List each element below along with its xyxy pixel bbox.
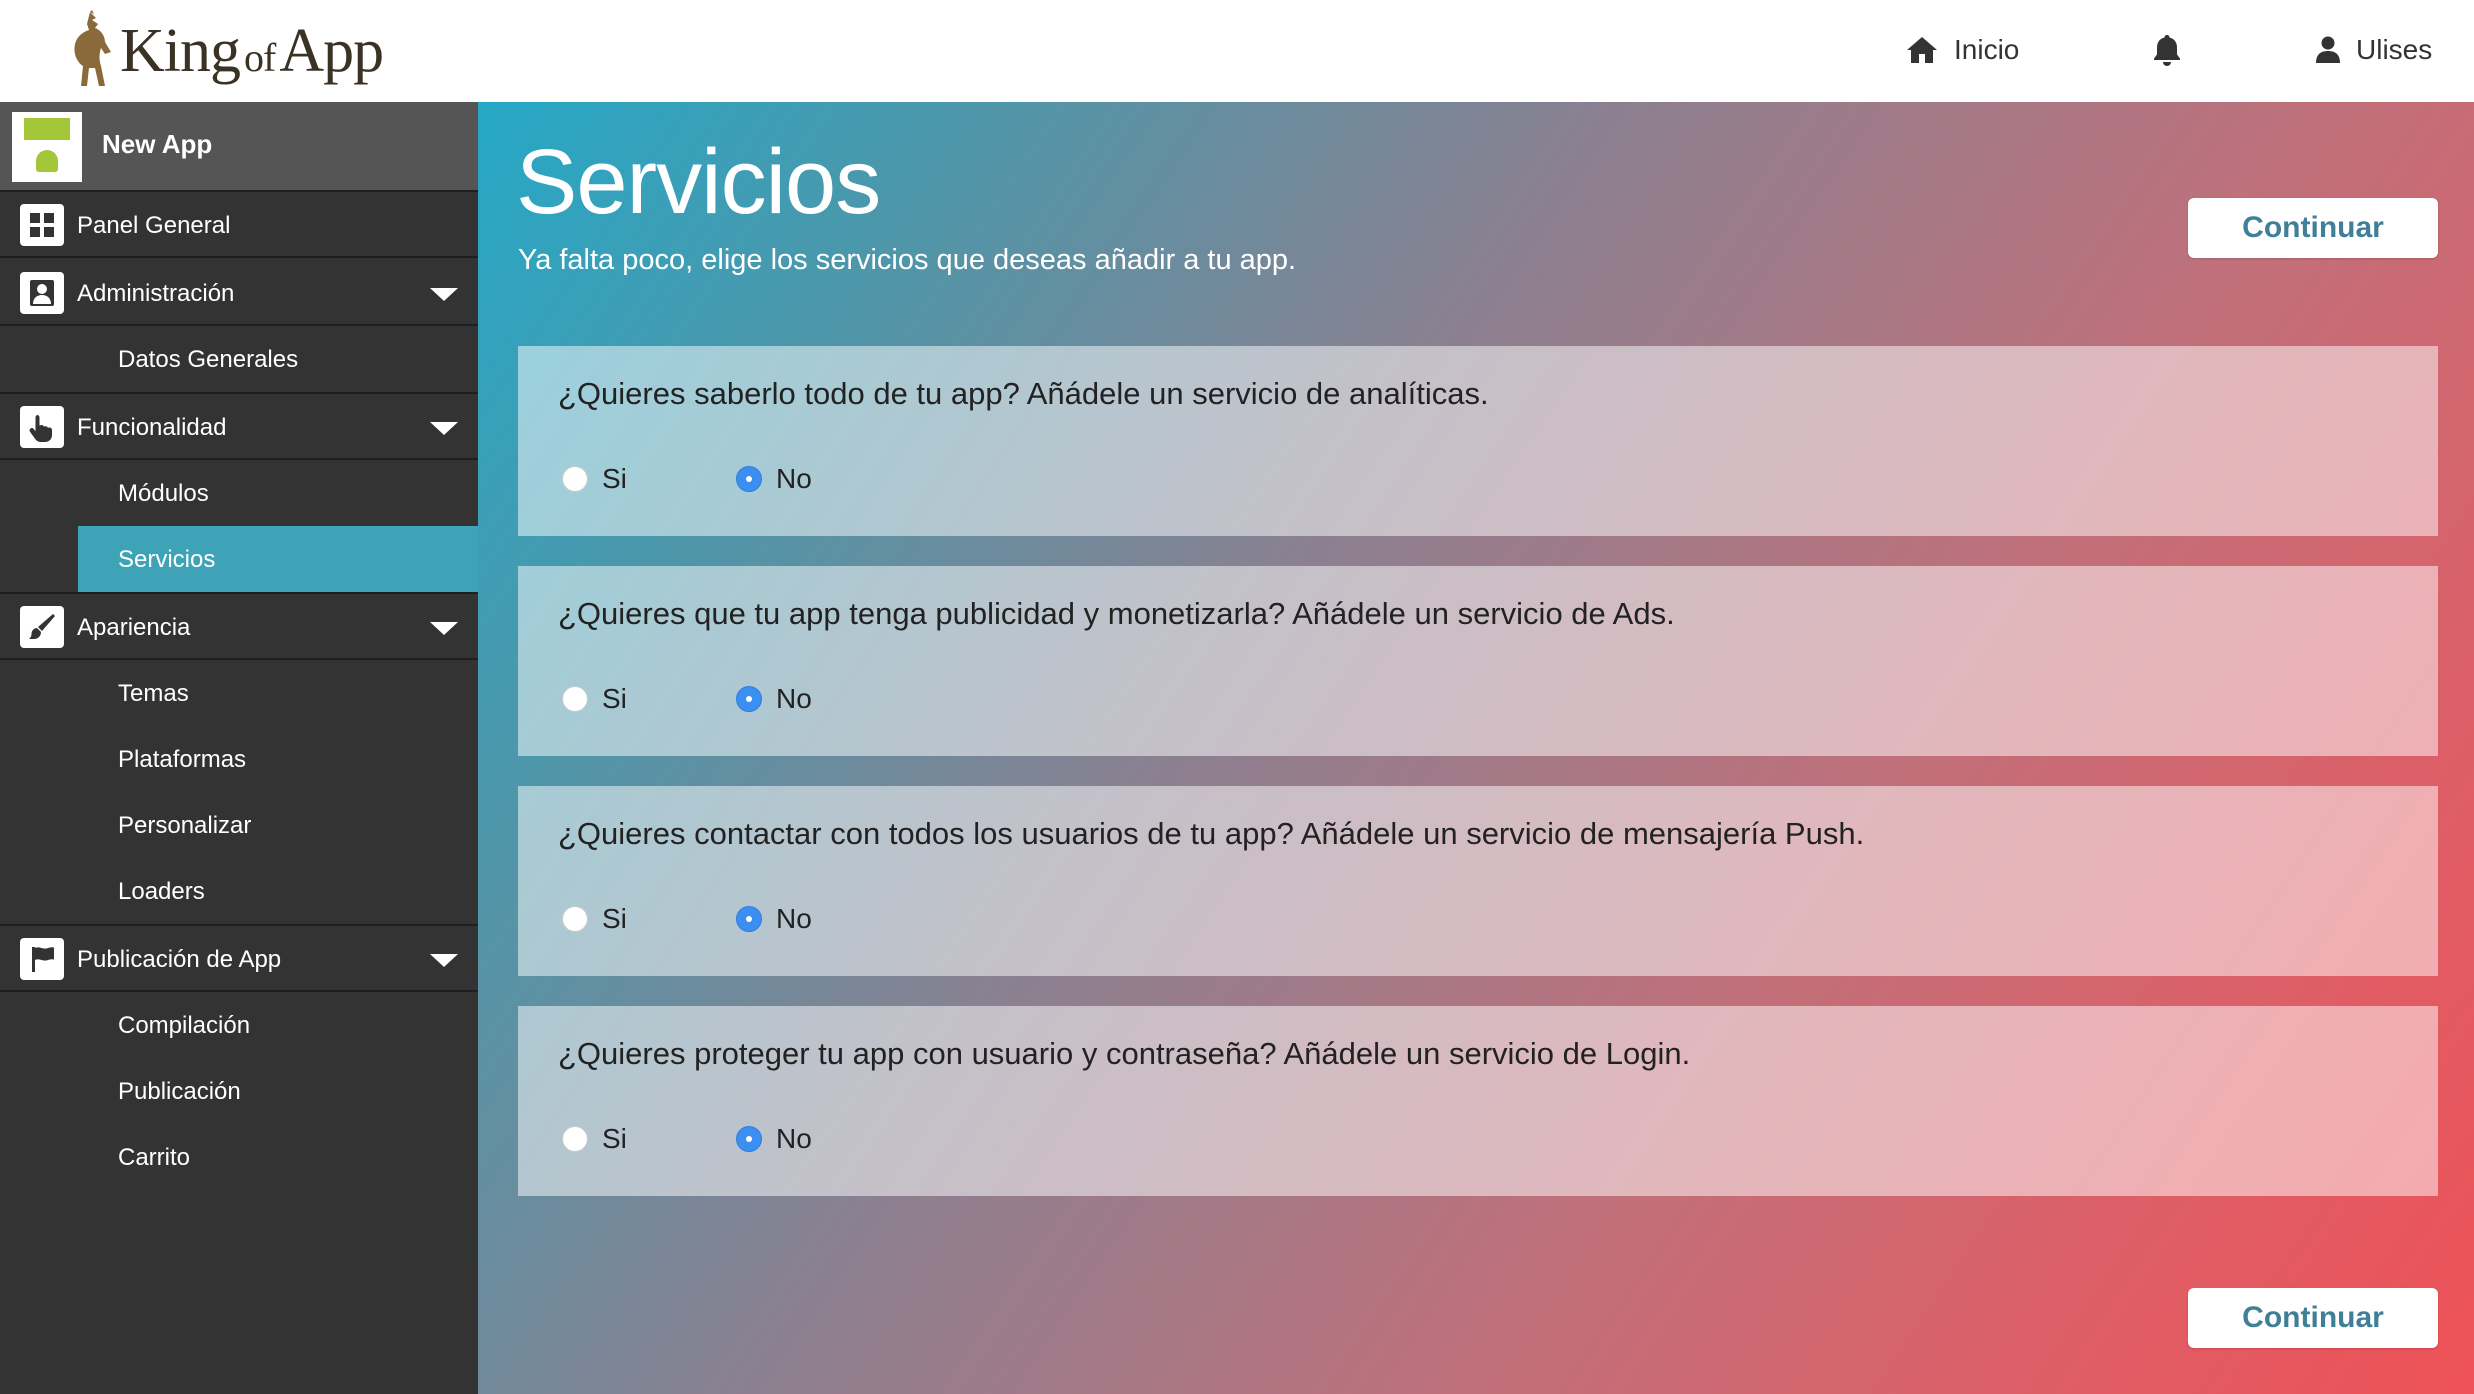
sidebar-section-label: Apariencia	[77, 614, 191, 641]
sidebar-item-personalizar[interactable]: Personalizar	[78, 792, 478, 858]
sidebar-section-funcionalidad[interactable]: Funcionalidad	[0, 394, 478, 460]
app-thumbnail	[12, 112, 82, 182]
user-icon	[20, 272, 64, 314]
radio-label: Si	[602, 683, 627, 714]
android-starter-kit-badge	[24, 118, 70, 140]
nav-inicio[interactable]: Inicio	[1906, 26, 2019, 74]
radio-label: No	[776, 903, 812, 934]
sidebar-item-label: Panel General	[77, 212, 231, 239]
pointer-hand-icon	[20, 406, 64, 448]
chevron-down-icon	[430, 622, 458, 635]
sidebar-section-apariencia[interactable]: Apariencia	[0, 594, 478, 660]
sidebar-item-loaders[interactable]: Loaders	[78, 858, 478, 924]
radio-label: Si	[602, 903, 627, 934]
radio-button[interactable]	[562, 906, 588, 932]
sidebar-item-plataformas[interactable]: Plataformas	[78, 726, 478, 792]
chevron-down-icon	[430, 422, 458, 435]
radio-label: No	[776, 1123, 812, 1154]
sidebar: New App Panel General Administración Dat…	[0, 102, 478, 1394]
radio-button-checked[interactable]	[736, 466, 762, 492]
chevron-down-icon	[430, 954, 458, 967]
sidebar-section-publicacion-de-app[interactable]: Publicación de App	[0, 926, 478, 992]
service-question: ¿Quieres proteger tu app con usuario y c…	[558, 1036, 1691, 1071]
radio-option-no[interactable]: No	[736, 682, 812, 716]
sidebar-section-label: Publicación de App	[77, 946, 282, 973]
notifications-button[interactable]	[2152, 26, 2182, 74]
radio-option-si[interactable]: Si	[562, 462, 627, 496]
radio-option-no[interactable]: No	[736, 1122, 812, 1156]
user-name-label: Ulises	[2356, 34, 2433, 65]
chevron-down-icon	[430, 288, 458, 301]
user-icon	[2316, 36, 2340, 63]
radio-label: No	[776, 683, 812, 714]
current-app-row[interactable]: New App	[0, 102, 478, 192]
user-menu[interactable]: Ulises	[2316, 26, 2432, 74]
sidebar-item-carrito[interactable]: Carrito	[78, 1124, 478, 1190]
radio-label: Si	[602, 1123, 627, 1154]
brush-icon	[20, 606, 64, 648]
radio-button-checked[interactable]	[736, 1126, 762, 1152]
radio-option-si[interactable]: Si	[562, 682, 627, 716]
bell-icon	[2154, 35, 2180, 66]
dashboard-icon	[20, 204, 64, 246]
service-card-push: ¿Quieres contactar con todos los usuario…	[518, 786, 2438, 976]
sidebar-item-publicacion[interactable]: Publicación	[78, 1058, 478, 1124]
radio-button[interactable]	[562, 466, 588, 492]
king-of-app-logo[interactable]: King ofApp	[60, 8, 400, 94]
app-name: New App	[102, 129, 213, 159]
radio-label: No	[776, 463, 812, 494]
sidebar-item-compilacion[interactable]: Compilación	[78, 992, 478, 1058]
service-card-login: ¿Quieres proteger tu app con usuario y c…	[518, 1006, 2438, 1196]
continue-button-top[interactable]: Continuar	[2188, 198, 2438, 258]
sidebar-item-modulos[interactable]: Módulos	[78, 460, 478, 526]
sidebar-section-label: Funcionalidad	[77, 414, 227, 441]
top-header: King ofApp Inicio Ulises	[0, 0, 2474, 102]
radio-option-no[interactable]: No	[736, 462, 812, 496]
page-title: Servicios	[516, 131, 881, 233]
rearing-deer-logo-icon	[74, 10, 111, 86]
sidebar-section-administracion[interactable]: Administración	[0, 260, 478, 326]
radio-button-checked[interactable]	[736, 906, 762, 932]
sidebar-item-datos-generales[interactable]: Datos Generales	[78, 326, 478, 392]
logo-wordmark: King ofApp	[120, 16, 384, 85]
service-card-analytics: ¿Quieres saberlo todo de tu app? Añádele…	[518, 346, 2438, 536]
nav-inicio-label: Inicio	[1954, 34, 2020, 65]
radio-button[interactable]	[562, 686, 588, 712]
service-question: ¿Quieres saberlo todo de tu app? Añádele…	[558, 376, 1489, 411]
home-icon	[1907, 37, 1937, 63]
continue-button-bottom[interactable]: Continuar	[2188, 1288, 2438, 1348]
sidebar-item-servicios[interactable]: Servicios	[78, 526, 478, 592]
sidebar-section-label: Administración	[77, 280, 235, 307]
radio-option-si[interactable]: Si	[562, 1122, 627, 1156]
radio-label: Si	[602, 463, 627, 494]
radio-button-checked[interactable]	[736, 686, 762, 712]
radio-option-si[interactable]: Si	[562, 902, 627, 936]
service-card-ads: ¿Quieres que tu app tenga publicidad y m…	[518, 566, 2438, 756]
radio-option-no[interactable]: No	[736, 902, 812, 936]
service-question: ¿Quieres que tu app tenga publicidad y m…	[558, 596, 1675, 631]
radio-button[interactable]	[562, 1126, 588, 1152]
sidebar-item-temas[interactable]: Temas	[78, 660, 478, 726]
main-content: Servicios Ya falta poco, elige los servi…	[478, 102, 2474, 1394]
sidebar-item-panel-general[interactable]: Panel General	[0, 192, 478, 258]
flag-icon	[20, 938, 64, 980]
page-subtitle: Ya falta poco, elige los servicios que d…	[518, 244, 1297, 276]
service-question: ¿Quieres contactar con todos los usuario…	[558, 816, 1865, 851]
android-robot-icon	[36, 150, 58, 172]
